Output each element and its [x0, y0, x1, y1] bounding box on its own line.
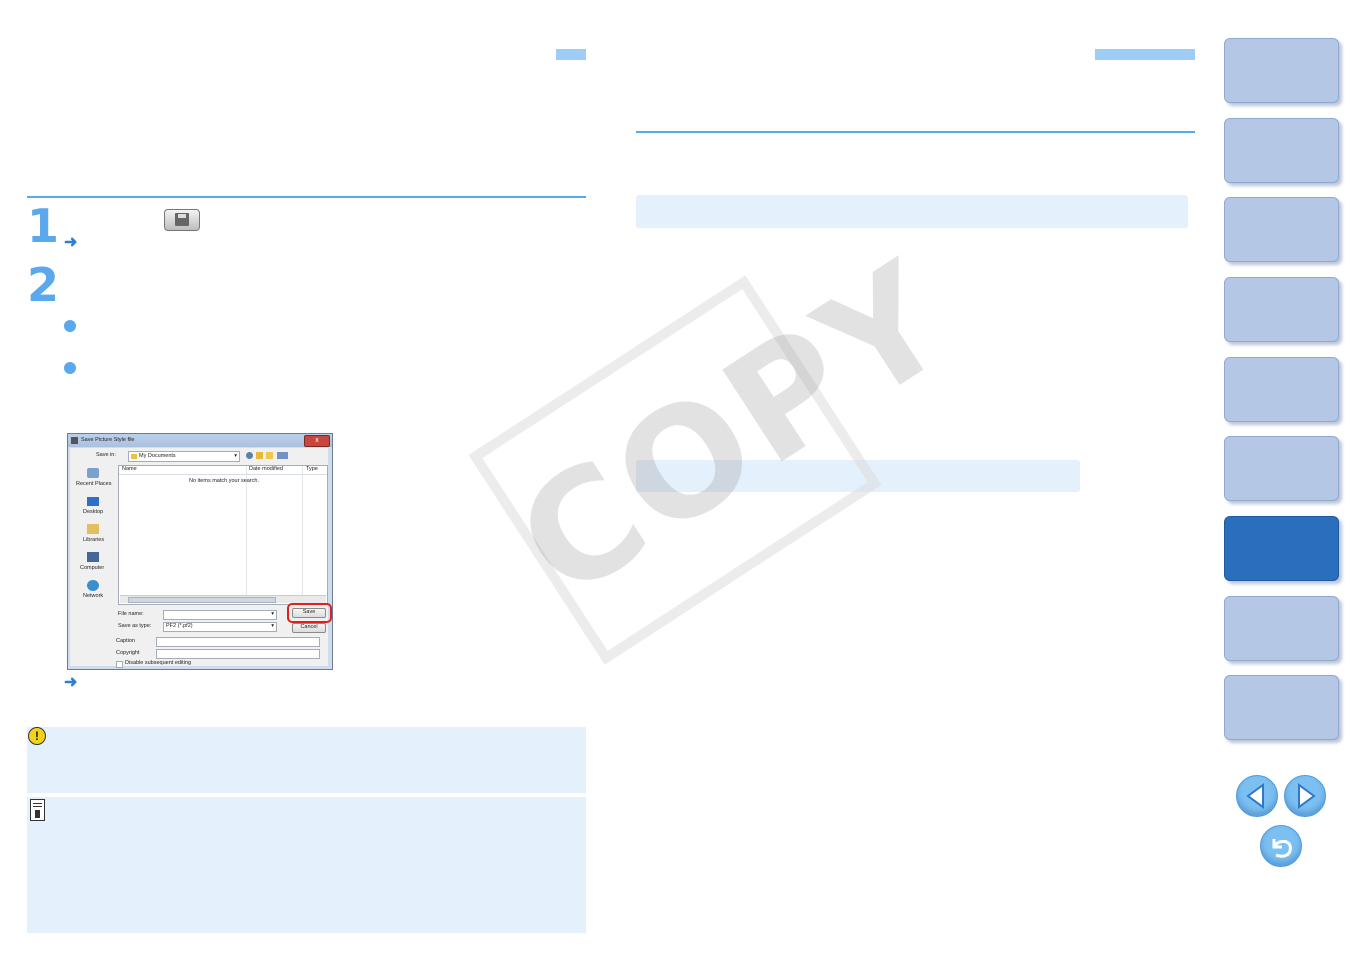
step-number-1: 1: [27, 199, 60, 253]
column-header[interactable]: Date modified: [249, 466, 283, 473]
disable-editing-label: Disable subsequent editing: [125, 660, 192, 666]
save-in-label: Save in:: [96, 452, 116, 458]
place-label[interactable]: Libraries: [83, 537, 104, 544]
left-section-rule: [27, 196, 586, 198]
file-list-header: Name Date modified Type: [119, 466, 327, 596]
bullet-icon: [64, 362, 76, 374]
new-folder-icon[interactable]: [266, 452, 273, 459]
left-header-tab: [556, 49, 586, 60]
right-section-rule: [636, 131, 1195, 133]
network-icon[interactable]: [87, 580, 99, 591]
place-label[interactable]: Computer: [80, 565, 104, 572]
previous-page-button[interactable]: [1236, 775, 1278, 817]
save-in-select[interactable]: My Documents ▾: [128, 451, 240, 462]
next-page-button[interactable]: [1284, 775, 1326, 817]
right-info-panel: [636, 195, 1188, 228]
scrollbar-thumb[interactable]: [128, 597, 276, 603]
caution-icon: !: [28, 727, 46, 745]
recent-places-icon[interactable]: [87, 468, 99, 478]
nav-tab[interactable]: [1224, 277, 1339, 342]
result-arrow-icon: ➜: [64, 234, 78, 251]
copyright-label: Copyright: [116, 650, 140, 656]
save-picture-style-dialog: Save Picture Style file x Save in: My Do…: [67, 433, 333, 670]
empty-message: No items match your search.: [189, 478, 259, 484]
chevron-down-icon: ▾: [271, 623, 274, 629]
nav-tab[interactable]: [1224, 38, 1339, 103]
return-button[interactable]: [1260, 825, 1302, 867]
close-icon[interactable]: x: [304, 435, 330, 447]
note-line: [33, 803, 42, 804]
places-bar: Recent Places Desktop Libraries Computer…: [70, 464, 116, 604]
disk-icon: [175, 213, 189, 226]
app-icon: [71, 437, 78, 444]
cancel-button[interactable]: Cancel: [292, 623, 326, 633]
file-name-label: File name:: [118, 611, 144, 617]
caption-label: Caption: [116, 638, 135, 644]
save-as-type-select[interactable]: PF2 (*.pf2) ▾: [163, 622, 277, 632]
copyright-input[interactable]: [156, 649, 320, 659]
file-list[interactable]: Name Date modified Type No items match y…: [118, 465, 328, 605]
result-arrow-icon: ➜: [64, 674, 78, 691]
save-button-icon: [164, 209, 200, 231]
horizontal-scrollbar[interactable]: [120, 595, 326, 603]
chevron-down-icon: ▾: [234, 453, 237, 459]
bullet-icon: [64, 320, 76, 332]
dialog-title-bar: Save Picture Style file x: [68, 434, 332, 447]
nav-tab[interactable]: [1224, 675, 1339, 740]
caution-panel: [27, 727, 586, 793]
chevron-down-icon: ▾: [271, 611, 274, 617]
step-number-2: 2: [27, 258, 60, 312]
dialog-title: Save Picture Style file: [81, 437, 135, 443]
save-as-type-label: Save as type:: [118, 623, 152, 629]
column-divider: [246, 466, 247, 596]
right-header-tab: [1095, 49, 1195, 60]
note-line: [33, 806, 42, 807]
save-in-value: My Documents: [139, 453, 176, 459]
dialog-body: Save in: My Documents ▾ Recent Places De…: [70, 448, 332, 668]
libraries-icon[interactable]: [87, 524, 99, 534]
column-header[interactable]: Type: [306, 466, 318, 473]
computer-icon[interactable]: [87, 552, 99, 562]
desktop-icon[interactable]: [87, 497, 99, 506]
copy-watermark: COPY: [468, 230, 980, 665]
up-folder-icon[interactable]: [256, 452, 263, 459]
chevron-left-icon: [1246, 783, 1264, 809]
place-label[interactable]: Desktop: [83, 509, 103, 516]
nav-tab[interactable]: [1224, 436, 1339, 501]
nav-tab[interactable]: [1224, 118, 1339, 183]
nav-tab[interactable]: [1224, 197, 1339, 262]
column-divider: [302, 466, 303, 596]
place-label[interactable]: Recent Places: [76, 481, 111, 488]
view-menu-icon[interactable]: [277, 452, 288, 459]
column-header[interactable]: Name: [122, 466, 137, 473]
folder-icon: [131, 454, 137, 459]
note-line: [35, 810, 40, 818]
chevron-right-icon: [1298, 783, 1316, 809]
nav-tab-active[interactable]: [1224, 516, 1339, 581]
note-panel: [27, 797, 586, 933]
save-as-type-value: PF2 (*.pf2): [166, 623, 193, 629]
note-icon: [30, 799, 45, 821]
place-label[interactable]: Network: [83, 593, 103, 600]
highlight-ring: [287, 603, 332, 623]
back-icon[interactable]: [246, 452, 253, 459]
return-icon: [1272, 839, 1292, 858]
file-name-input[interactable]: ▾: [163, 610, 277, 620]
caption-input[interactable]: [156, 637, 320, 647]
nav-tab[interactable]: [1224, 357, 1339, 422]
nav-tab[interactable]: [1224, 596, 1339, 661]
disable-editing-checkbox[interactable]: [116, 661, 123, 668]
